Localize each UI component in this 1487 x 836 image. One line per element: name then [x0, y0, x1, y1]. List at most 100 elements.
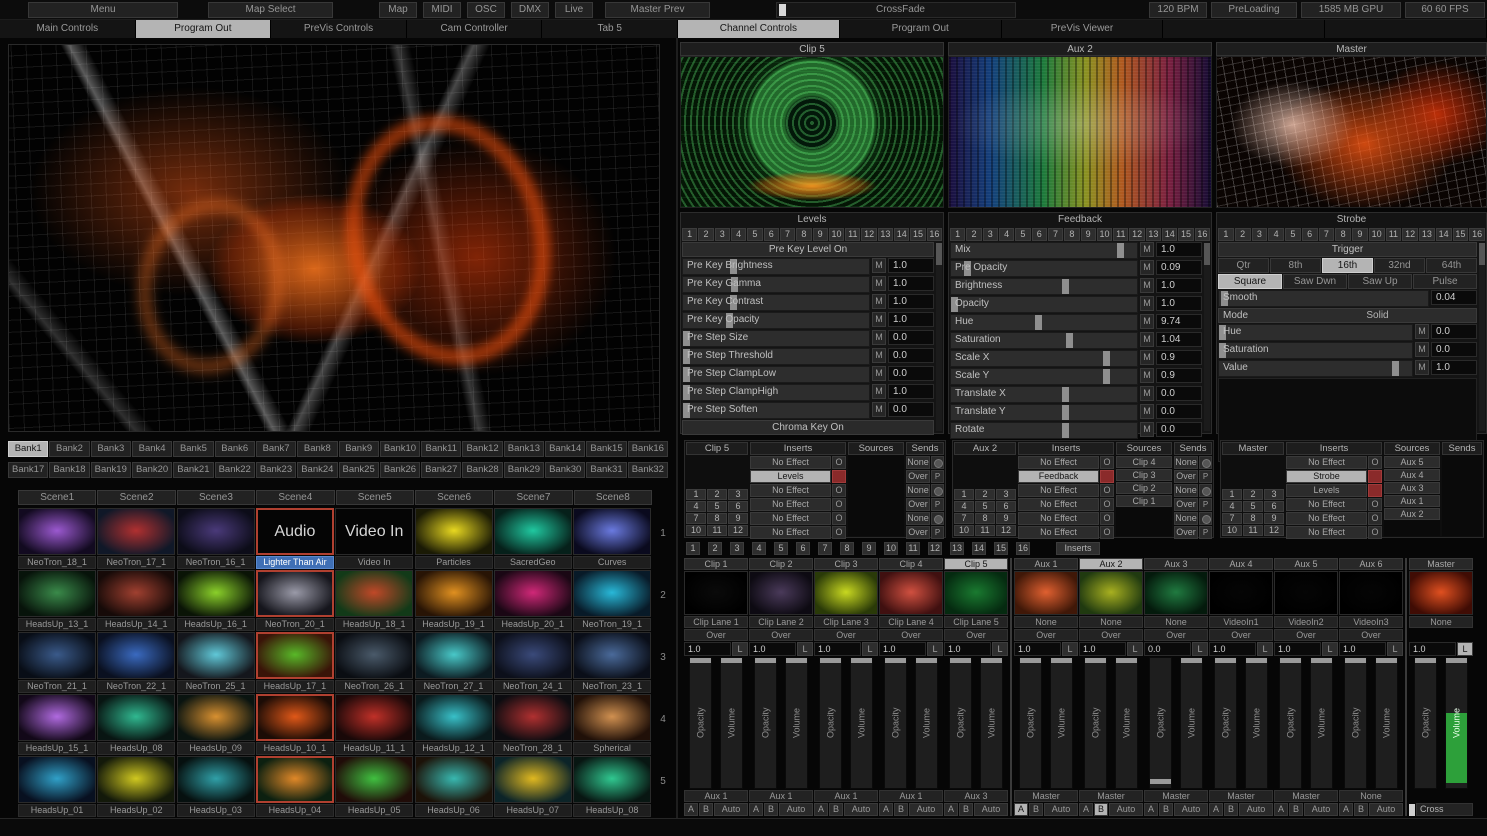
opacity-fader[interactable]: Opacity [949, 657, 972, 789]
insert-effect-button[interactable]: Strobe [1286, 470, 1367, 483]
preset-number-button[interactable]: 14 [1162, 228, 1177, 241]
slider-track[interactable]: Pre Key Brightness [682, 258, 870, 275]
tab-left-2[interactable]: PreVis Controls [271, 20, 407, 38]
insert-bypass-toggle[interactable] [1368, 470, 1382, 483]
strip-source-select[interactable]: Clip Lane 4 [879, 616, 943, 628]
bank-button-bank13[interactable]: Bank13 [504, 441, 544, 457]
clip-label[interactable]: HeadsUp_09 [177, 742, 255, 755]
slider-track[interactable]: Pre Step Size [682, 330, 870, 347]
viewer-master-title[interactable]: Master [1216, 42, 1487, 56]
assign-auto-button[interactable]: Auto [909, 803, 943, 816]
insert-bypass-toggle[interactable] [1368, 484, 1382, 497]
scene-tab-7[interactable]: Scene7 [494, 490, 572, 505]
preset-number-button[interactable]: 2 [698, 228, 713, 241]
clip-label[interactable]: HeadsUp_02 [97, 804, 175, 817]
m-toggle[interactable]: M [872, 366, 886, 381]
source-item[interactable]: Aux 5 [1384, 456, 1440, 468]
assign-a-button[interactable]: A [1014, 803, 1028, 816]
slider-track[interactable]: Hue [1218, 324, 1413, 341]
insert-bypass-toggle[interactable]: O [832, 526, 846, 539]
volume-fader[interactable]: Volume [1375, 657, 1398, 789]
clip-label[interactable]: HeadsUp_16_1 [177, 618, 255, 631]
strip-level-value[interactable]: 1.0 [1274, 642, 1321, 656]
insert-bypass-toggle[interactable]: O [832, 498, 846, 511]
preset-number-button[interactable]: 5 [1285, 228, 1301, 241]
strip-title[interactable]: Clip 5 [944, 558, 1008, 570]
tab-right-1[interactable]: Program Out [840, 20, 1002, 38]
insert-effect-button[interactable]: Feedback [1018, 470, 1099, 483]
value-box[interactable]: 1.0 [888, 294, 934, 309]
strip-link-toggle[interactable]: L [1457, 642, 1473, 656]
bank-button-bank17[interactable]: Bank17 [8, 462, 48, 478]
strip-link-toggle[interactable]: L [1062, 642, 1078, 656]
channel-title[interactable]: Master [1222, 442, 1284, 455]
strip-source-select[interactable]: VideoIn3 [1339, 616, 1403, 628]
insert-bypass-toggle[interactable]: O [832, 456, 846, 469]
mixer-number-button[interactable]: 9 [862, 542, 876, 555]
strip-level-value[interactable]: 1.0 [814, 642, 861, 656]
volume-fader[interactable]: Volume [915, 657, 938, 789]
clip-thumbnail[interactable] [415, 508, 493, 555]
m-toggle[interactable]: M [1415, 360, 1429, 375]
slider-track[interactable]: Pre Key Gamma [682, 276, 870, 293]
strip-title[interactable]: Aux 3 [1144, 558, 1208, 570]
channel-number-button[interactable]: 2 [707, 489, 727, 500]
panel-scrollbar[interactable] [936, 243, 942, 431]
slider-track[interactable]: Scale Y [950, 368, 1138, 385]
slider-track[interactable]: Mix [950, 242, 1138, 259]
strip-link-toggle[interactable]: L [732, 642, 748, 656]
tab-left-1[interactable]: Program Out [136, 20, 272, 38]
value-box[interactable]: 1.0 [888, 312, 934, 327]
slider-handle[interactable] [1103, 369, 1110, 384]
mixer-number-button[interactable]: 11 [906, 542, 920, 555]
clip-label[interactable]: HeadsUp_06 [415, 804, 493, 817]
assign-b-button[interactable]: B [699, 803, 713, 816]
clip-label[interactable]: SacredGeo [494, 556, 572, 569]
assign-a-button[interactable]: A [1079, 803, 1093, 816]
mixer-number-button[interactable]: 6 [796, 542, 810, 555]
clip-thumbnail[interactable] [177, 632, 255, 679]
strip-link-toggle[interactable]: L [1387, 642, 1403, 656]
clip-thumbnail[interactable]: Video In [335, 508, 413, 555]
bank-button-bank10[interactable]: Bank10 [380, 441, 420, 457]
slider-track[interactable]: Value [1218, 360, 1413, 377]
preset-number-button[interactable]: 11 [1386, 228, 1402, 241]
assign-auto-button[interactable]: Auto [779, 803, 813, 816]
strip-routing-select[interactable]: Aux 3 [944, 790, 1008, 802]
value-box[interactable]: 0.09 [1156, 260, 1202, 275]
slider-handle[interactable] [1062, 387, 1069, 402]
clip-label[interactable]: Curves [573, 556, 651, 569]
channel-number-button[interactable]: 11 [707, 525, 727, 536]
volume-fader[interactable]: Volume [1245, 657, 1268, 789]
clip-thumbnail[interactable] [18, 756, 96, 803]
cross-handle[interactable] [1409, 804, 1415, 816]
strip-title[interactable]: Aux 6 [1339, 558, 1403, 570]
opacity-fader[interactable]: Opacity [1084, 657, 1107, 789]
source-item[interactable]: Aux 1 [1384, 495, 1440, 507]
assign-auto-button[interactable]: Auto [1369, 803, 1403, 816]
bank-button-bank15[interactable]: Bank15 [586, 441, 626, 457]
preset-number-button[interactable]: 12 [1402, 228, 1418, 241]
volume-fader[interactable]: Volume [850, 657, 873, 789]
insert-bypass-toggle[interactable]: O [1368, 456, 1382, 469]
tab-left-4[interactable]: Tab 5 [542, 20, 678, 38]
bank-button-bank8[interactable]: Bank8 [297, 441, 337, 457]
insert-effect-button[interactable]: No Effect [1018, 484, 1099, 497]
bank-button-bank1[interactable]: Bank1 [8, 441, 48, 457]
slider-handle[interactable] [1066, 333, 1073, 348]
channel-number-button[interactable]: 12 [728, 525, 748, 536]
mixer-number-button[interactable]: 4 [752, 542, 766, 555]
value-box[interactable]: 0.0 [1431, 342, 1477, 357]
clip-label[interactable]: Spherical [573, 742, 651, 755]
clip-thumbnail[interactable] [97, 632, 175, 679]
preset-number-button[interactable]: 9 [1352, 228, 1368, 241]
insert-bypass-toggle[interactable]: O [1100, 484, 1114, 497]
preset-number-button[interactable]: 13 [878, 228, 893, 241]
value-box[interactable]: 1.04 [1156, 332, 1202, 347]
scene-tab-1[interactable]: Scene1 [18, 490, 96, 505]
strip-blend-select[interactable]: Over [1144, 629, 1208, 641]
scene-tab-3[interactable]: Scene3 [177, 490, 255, 505]
insert-effect-button[interactable]: No Effect [1018, 456, 1099, 469]
clip-thumbnail[interactable] [256, 570, 334, 617]
bank-button-bank19[interactable]: Bank19 [91, 462, 131, 478]
